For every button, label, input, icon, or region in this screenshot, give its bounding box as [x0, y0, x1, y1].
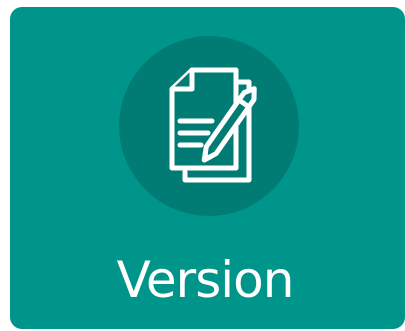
icon-circle: [119, 36, 299, 216]
tile-label: Version: [116, 251, 295, 309]
document-edit-icon: [169, 67, 257, 183]
version-tile[interactable]: Version: [10, 7, 405, 329]
